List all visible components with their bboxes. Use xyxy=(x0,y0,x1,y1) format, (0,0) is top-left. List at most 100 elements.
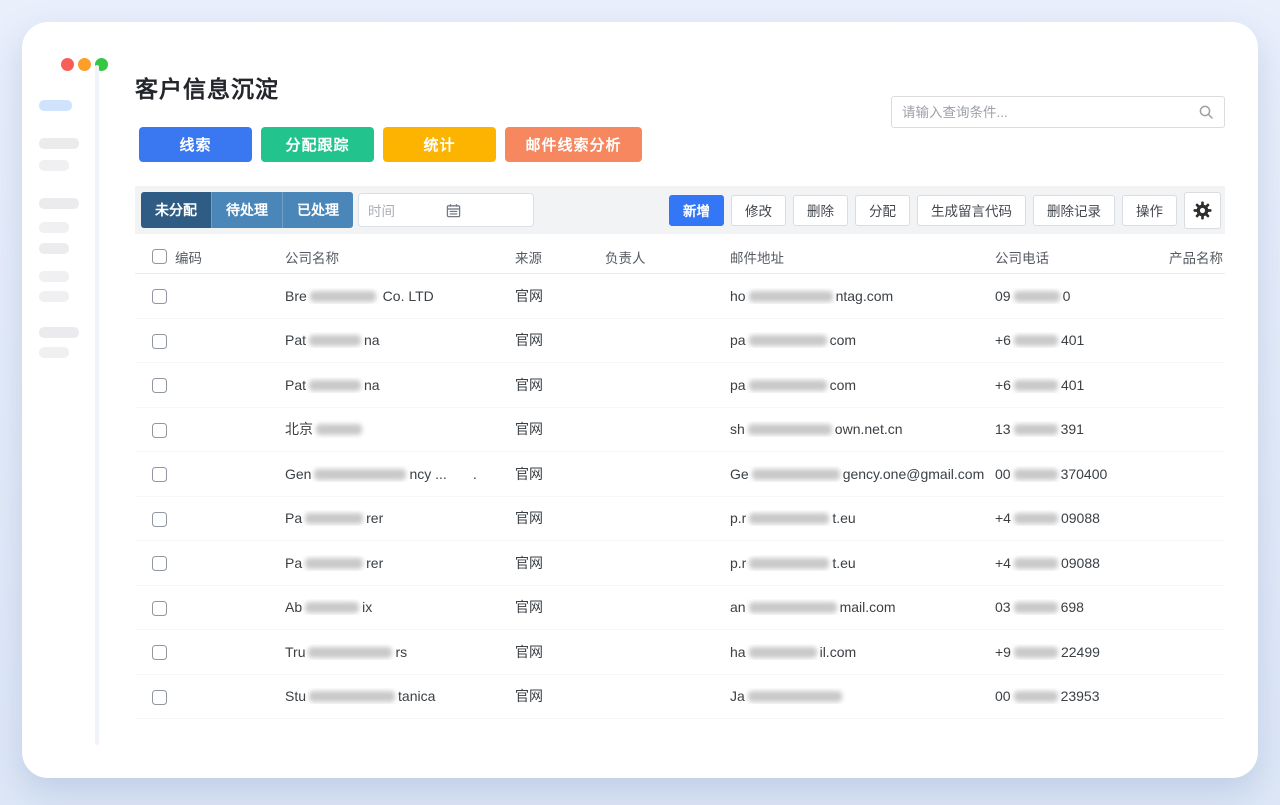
row-checkbox[interactable] xyxy=(152,689,167,705)
table-row: Pa rer 官网 p.r t.eu +4 09088 xyxy=(135,541,1225,586)
email-lead-analysis-button[interactable]: 邮件线索分析 xyxy=(505,127,642,162)
cell-company: Pat na xyxy=(285,376,380,393)
table-row: Pat na 官网 pa com +6 401 xyxy=(135,319,1225,363)
table-header-row: 编码 公司名称 来源 负责人 邮件地址 公司电话 产品名称 xyxy=(135,240,1225,274)
row-checkbox[interactable] xyxy=(152,333,167,349)
window-controls xyxy=(61,58,108,71)
cell-source: 官网 xyxy=(515,643,543,660)
minimize-window-icon[interactable] xyxy=(78,58,91,71)
cell-source: 官网 xyxy=(515,287,543,304)
cell-phone: 03 698 xyxy=(995,599,1084,616)
table-row: Bre Co. LTD 官网 ho ntag.com 09 0 xyxy=(135,274,1225,319)
cell-source: 官网 xyxy=(515,688,543,705)
sidebar-item[interactable] xyxy=(39,160,69,171)
status-tabs: 未分配 待处理 已处理 xyxy=(141,192,353,228)
cell-phone: 09 0 xyxy=(995,287,1071,304)
row-checkbox[interactable] xyxy=(152,600,167,616)
edit-button[interactable]: 修改 xyxy=(731,194,786,226)
cell-company: Pa rer xyxy=(285,510,384,527)
operations-button[interactable]: 操作 xyxy=(1122,194,1177,226)
sidebar-item[interactable] xyxy=(39,243,69,254)
cell-phone: +4 09088 xyxy=(995,510,1100,527)
action-buttons: 新增 修改 删除 分配 生成留言代码 删除记录 操作 xyxy=(669,191,1221,229)
cell-source: 官网 xyxy=(515,510,543,527)
cell-company: Tru rs xyxy=(285,643,408,660)
add-button[interactable]: 新增 xyxy=(669,194,724,226)
settings-button[interactable] xyxy=(1184,191,1221,229)
cell-email: Ja xyxy=(720,688,985,704)
cell-phone: +4 09088 xyxy=(995,554,1100,571)
select-all-checkbox[interactable] xyxy=(152,249,167,265)
cell-email: pa com xyxy=(730,332,857,349)
gear-icon xyxy=(1193,200,1212,220)
cell-source: 官网 xyxy=(515,421,543,438)
delete-record-button[interactable]: 删除记录 xyxy=(1033,194,1115,226)
page-title: 客户信息沉淀 xyxy=(135,76,279,102)
filter-toolbar: 未分配 待处理 已处理 时间 新增 修改 删除 分配 生成留言代码 删除记录 操… xyxy=(135,186,1225,234)
sidebar-item[interactable] xyxy=(39,271,69,282)
cell-email: pa com xyxy=(730,376,857,393)
row-checkbox[interactable] xyxy=(152,511,167,527)
search-box xyxy=(891,96,1225,128)
date-placeholder: 时间 xyxy=(368,204,395,219)
cell-phone: 00 370400 xyxy=(995,465,1108,482)
row-checkbox[interactable] xyxy=(152,556,167,572)
search-icon[interactable] xyxy=(1198,104,1214,120)
leads-button[interactable]: 线索 xyxy=(139,127,252,162)
table-row: Ab ix 官网 an mail.com 03 698 xyxy=(135,586,1225,630)
assign-button[interactable]: 分配 xyxy=(855,194,910,226)
close-window-icon[interactable] xyxy=(61,58,74,71)
cell-email: ho ntag.com xyxy=(730,287,894,304)
col-header-owner: 负责人 xyxy=(605,250,646,266)
date-filter-input[interactable]: 时间 xyxy=(358,193,534,227)
row-checkbox[interactable] xyxy=(152,645,167,661)
cell-email: p.r t.eu xyxy=(730,510,856,527)
delete-button[interactable]: 删除 xyxy=(793,194,848,226)
row-checkbox[interactable] xyxy=(152,422,167,438)
sidebar-item[interactable] xyxy=(39,222,69,233)
main-content: 客户信息沉淀 线索 分配跟踪 统计 邮件线索分析 未分配 待处理 已处理 xyxy=(135,22,1225,778)
row-checkbox[interactable] xyxy=(152,378,167,394)
cell-phone: +6 401 xyxy=(995,376,1085,393)
cell-email: ha il.com xyxy=(730,643,857,660)
browser-window: 客户信息沉淀 线索 分配跟踪 统计 邮件线索分析 未分配 待处理 已处理 xyxy=(22,22,1258,778)
sidebar-divider xyxy=(95,65,99,745)
leads-table: 编码 公司名称 来源 负责人 邮件地址 公司电话 产品名称 Bre Co. LT… xyxy=(135,240,1225,719)
cell-source: 官网 xyxy=(515,554,543,571)
row-checkbox[interactable] xyxy=(152,467,167,483)
sidebar-item[interactable] xyxy=(39,327,79,338)
col-header-code: 编码 xyxy=(175,250,202,266)
sidebar-item-active[interactable] xyxy=(39,100,72,111)
sidebar-item[interactable] xyxy=(39,138,79,149)
cell-company: Pat na xyxy=(285,332,380,349)
table-row: Tru rs 官网 ha il.com +9 22499 xyxy=(135,630,1225,675)
table-row: Stu tanica 官网 Ja 00 23953 xyxy=(135,675,1225,719)
table-row: Pa rer 官网 p.r t.eu +4 09088 xyxy=(135,497,1225,541)
col-header-company: 公司名称 xyxy=(285,250,339,266)
cell-source: 官网 xyxy=(515,332,543,349)
col-header-email: 邮件地址 xyxy=(730,250,784,266)
table-row: 北京 官网 sh own.net.cn 13 391 xyxy=(135,408,1225,452)
sidebar-item[interactable] xyxy=(39,347,69,358)
sidebar-item[interactable] xyxy=(39,291,69,302)
cell-source: 官网 xyxy=(515,599,543,616)
cell-company: 北京 xyxy=(285,419,515,439)
cell-company: Pa rer xyxy=(285,554,384,571)
cell-email: sh own.net.cn xyxy=(730,421,903,438)
row-checkbox[interactable] xyxy=(152,289,167,305)
assign-track-button[interactable]: 分配跟踪 xyxy=(261,127,374,162)
nav-buttons: 线索 分配跟踪 统计 邮件线索分析 xyxy=(139,127,642,162)
col-header-phone: 公司电话 xyxy=(995,250,1049,266)
generate-message-code-button[interactable]: 生成留言代码 xyxy=(917,194,1026,226)
calendar-icon[interactable] xyxy=(446,203,524,218)
cell-company: Gen ncy .... xyxy=(285,465,477,482)
table-row: Gen ncy .... 官网 Ge gency.one@gmail.com 00 3… xyxy=(135,452,1225,497)
tab-unassigned[interactable]: 未分配 xyxy=(141,192,211,228)
tab-processed[interactable]: 已处理 xyxy=(282,192,353,228)
statistics-button[interactable]: 统计 xyxy=(383,127,496,162)
sidebar-item[interactable] xyxy=(39,198,79,209)
col-header-source: 来源 xyxy=(515,250,542,266)
tab-pending[interactable]: 待处理 xyxy=(211,192,282,228)
cell-phone: +6 401 xyxy=(995,332,1085,349)
search-input[interactable] xyxy=(902,104,1198,120)
